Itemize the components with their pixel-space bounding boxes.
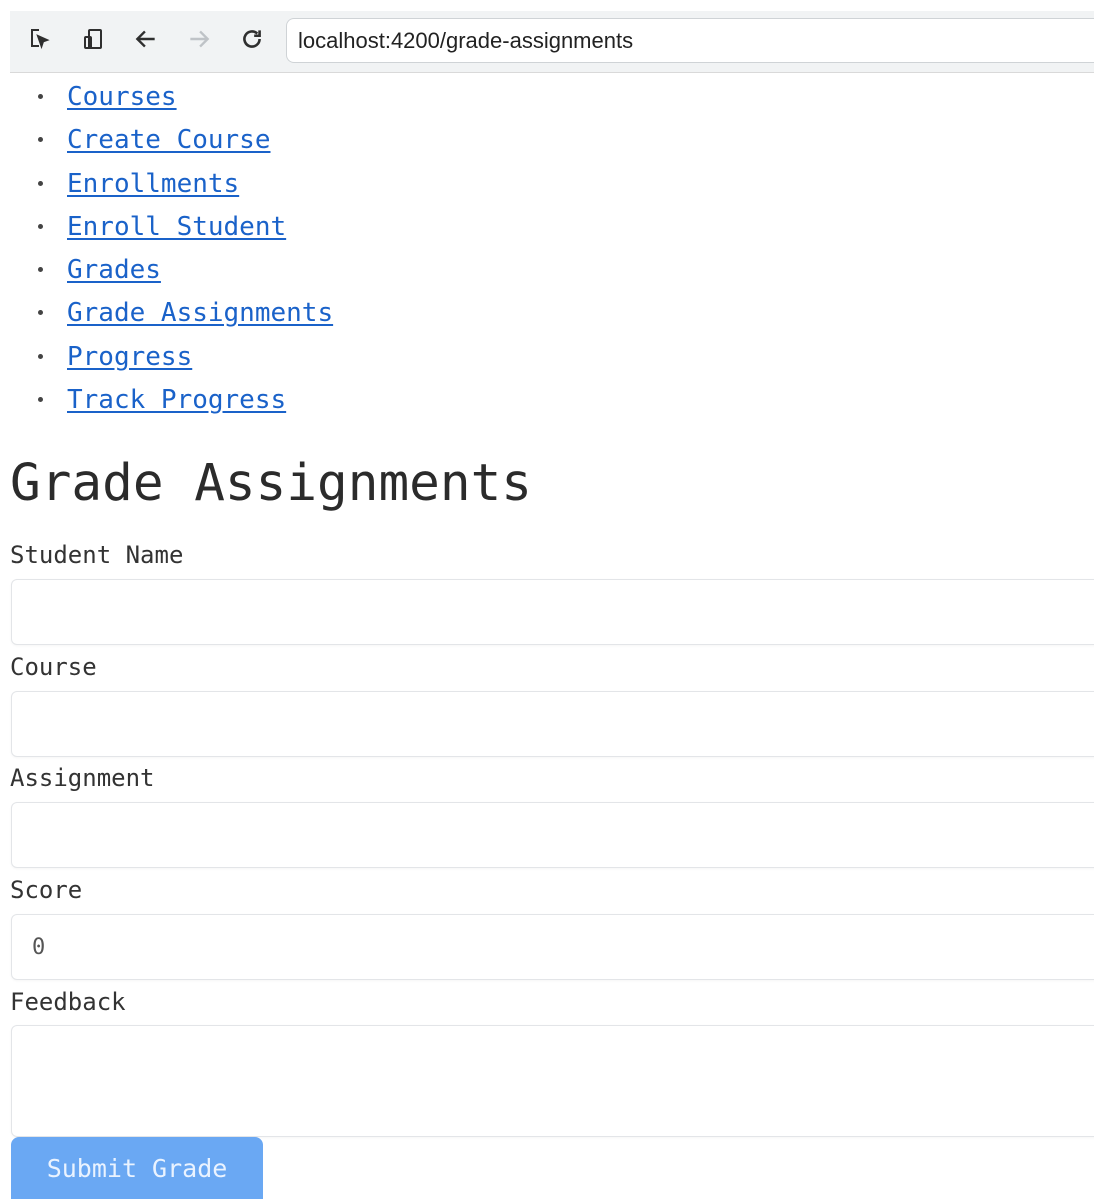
url-input[interactable]: [298, 19, 1078, 62]
reload-icon[interactable]: [238, 25, 266, 53]
list-bullet: [38, 353, 43, 359]
score-label: Score: [10, 876, 83, 904]
nav-link-enrollments[interactable]: Enrollments: [67, 169, 239, 199]
inspect-icon[interactable]: [26, 25, 54, 53]
back-arrow-icon[interactable]: [132, 25, 160, 53]
list-bullet: [38, 267, 43, 273]
address-bar[interactable]: [286, 18, 1094, 63]
submit-grade-button[interactable]: Submit Grade: [11, 1137, 263, 1199]
assignment-label: Assignment: [10, 764, 155, 792]
list-bullet: [38, 310, 43, 316]
nav-item-track-progress: Track Progress: [0, 379, 333, 422]
feedback-label: Feedback: [10, 988, 126, 1016]
nav-item-grade-assignments: Grade Assignments: [0, 292, 333, 335]
nav-item-progress: Progress: [0, 336, 333, 379]
nav-list: Courses Create Course Enrollments Enroll…: [0, 76, 333, 422]
device-toggle-icon[interactable]: [80, 25, 108, 53]
nav-link-courses[interactable]: Courses: [67, 82, 177, 112]
nav-item-create-course: Create Course: [0, 119, 333, 162]
nav-link-enroll-student[interactable]: Enroll Student: [67, 212, 286, 242]
page-title: Grade Assignments: [10, 454, 532, 513]
student-name-input[interactable]: [11, 579, 1094, 645]
nav-link-track-progress[interactable]: Track Progress: [67, 385, 286, 415]
list-bullet: [38, 397, 43, 403]
course-label: Course: [10, 653, 97, 681]
list-bullet: [38, 137, 43, 143]
nav-item-enrollments: Enrollments: [0, 163, 333, 206]
nav-link-grade-assignments[interactable]: Grade Assignments: [67, 298, 333, 328]
course-input[interactable]: [11, 691, 1094, 757]
score-input[interactable]: [11, 914, 1094, 980]
assignment-input[interactable]: [11, 802, 1094, 868]
nav-link-grades[interactable]: Grades: [67, 255, 161, 285]
nav-item-grades: Grades: [0, 249, 333, 292]
list-bullet: [38, 223, 43, 229]
list-bullet: [38, 94, 43, 99]
list-bullet: [38, 180, 43, 186]
nav-item-courses: Courses: [0, 76, 333, 119]
forward-arrow-icon[interactable]: [185, 25, 213, 53]
student-name-label: Student Name: [10, 541, 184, 569]
nav-item-enroll-student: Enroll Student: [0, 206, 333, 249]
nav-link-create-course[interactable]: Create Course: [67, 125, 271, 155]
browser-toolbar: [10, 11, 1094, 73]
feedback-textarea[interactable]: [11, 1025, 1094, 1137]
nav-link-progress[interactable]: Progress: [67, 342, 192, 372]
